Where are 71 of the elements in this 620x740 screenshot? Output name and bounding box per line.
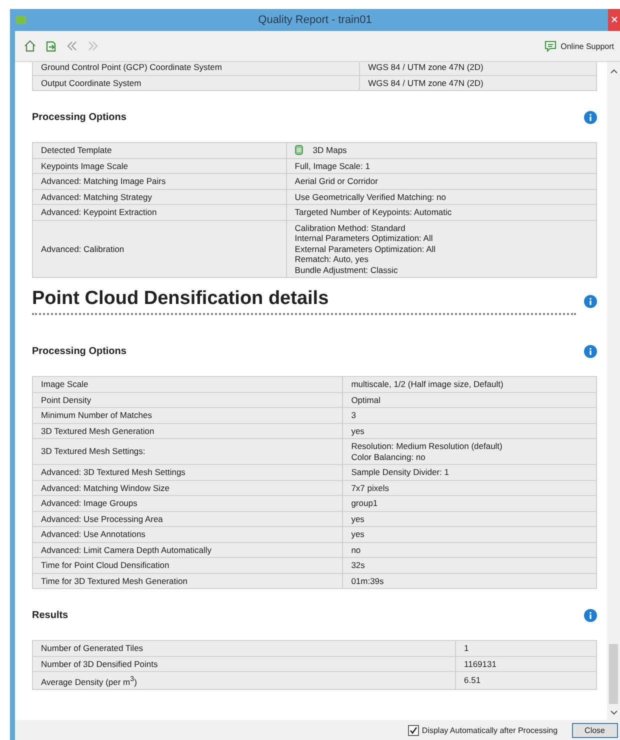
table-cell: WGS 84 / UTM zone 47N (2D) xyxy=(360,62,596,75)
table-cell: Image Scale xyxy=(32,376,343,392)
table-cell: Time for 3D Textured Mesh Generation xyxy=(32,573,343,588)
table-cell: Use Geometrically Verified Matching: no xyxy=(286,189,596,204)
table-cell: Advanced: Calibration xyxy=(32,220,286,278)
table-cell: Time for Point Cloud Densification xyxy=(32,558,343,573)
info-icon[interactable] xyxy=(584,295,597,308)
table-cell: Aerial Grid or Corridor xyxy=(286,174,596,189)
table-cell: multiscale, 1/2 (Half image size, Default) xyxy=(342,376,596,392)
table-cell: no xyxy=(342,542,596,558)
scroll-thumb[interactable] xyxy=(609,644,618,704)
scroll-up-icon[interactable] xyxy=(610,68,618,74)
chat-icon xyxy=(544,40,557,52)
table-cell: group1 xyxy=(342,496,596,511)
table-cell: 3D Maps xyxy=(286,142,596,158)
table-cell: Ground Control Point (GCP) Coordinate System xyxy=(32,62,360,75)
table-cell: Sample Density Divider: 1 xyxy=(342,464,596,480)
table-cell: Full, Image Scale: 1 xyxy=(286,158,596,174)
checkbox[interactable] xyxy=(408,724,419,736)
section-subheading: Processing Options xyxy=(32,112,126,123)
back-icon[interactable] xyxy=(65,39,79,53)
table-cell: yes xyxy=(342,526,596,542)
table-cell: 7x7 pixels xyxy=(342,480,596,496)
table-cell: 3 xyxy=(342,408,596,423)
table-cell: Advanced: Use Processing Area xyxy=(32,511,343,526)
table-cell: Advanced: Image Groups xyxy=(32,496,343,511)
table-cell: Advanced: 3D Textured Mesh Settings xyxy=(32,464,343,480)
table-cell: Advanced: Matching Image Pairs xyxy=(32,174,286,189)
table-cell: 6.51 xyxy=(456,672,596,690)
section-heading: Point Cloud Densification details xyxy=(32,288,576,315)
scroll-down-icon[interactable] xyxy=(610,710,618,716)
table-cell: 1 xyxy=(456,640,596,656)
table-cell: Output Coordinate System xyxy=(32,75,360,90)
table-cell: yes xyxy=(342,511,596,526)
table-cell: 3D Textured Mesh Generation xyxy=(32,423,343,438)
export-icon[interactable] xyxy=(44,39,58,53)
table-cell: Number of Generated Tiles xyxy=(32,640,456,656)
table-cell: Minimum Number of Matches xyxy=(32,408,343,423)
table-cell: Advanced: Matching Strategy xyxy=(32,189,286,204)
section-subheading: Results xyxy=(32,610,68,621)
table-cell: 01m:39s xyxy=(342,573,596,588)
table-cell: 1169131 xyxy=(456,656,596,672)
app-icon xyxy=(16,16,26,24)
section-subheading: Processing Options xyxy=(32,346,126,357)
checkbox-label[interactable]: Display Automatically after Processing xyxy=(422,726,558,734)
online-support-button[interactable]: Online Support xyxy=(544,40,614,52)
table-cell: 32s xyxy=(342,558,596,573)
table-cell: Keypoints Image Scale xyxy=(32,158,286,174)
table-cell: Targeted Number of Keypoints: Automatic xyxy=(286,204,596,220)
table-cell: Optimal xyxy=(342,392,596,408)
info-icon[interactable] xyxy=(584,111,597,124)
table-cell: Detected Template xyxy=(32,142,286,158)
close-button[interactable]: Close xyxy=(572,722,618,738)
table-cell: Number of 3D Densified Points xyxy=(32,656,456,672)
table-cell: Point Density xyxy=(32,392,343,408)
table-cell: Advanced: Keypoint Extraction xyxy=(32,204,286,220)
table-cell: WGS 84 / UTM zone 47N (2D) xyxy=(360,75,596,90)
close-icon[interactable] xyxy=(608,9,620,31)
table-cell: Calibration Method: Standard Internal Parameters Optimization: All External Parameters Optimization: All Rematch: Auto, yes Bundle Adjustment: Classic xyxy=(286,220,596,278)
table-cell: Resolution: Medium Resolution (default) Color Balancing: no xyxy=(342,438,596,464)
table-cell: Average Density (per m$^{3}$) xyxy=(32,672,456,690)
info-icon[interactable] xyxy=(584,609,597,622)
table-cell: Advanced: Use Annotations xyxy=(32,526,343,542)
table-cell: Advanced: Limit Camera Depth Automatically xyxy=(32,542,343,558)
window-title: Quality Report - train01 xyxy=(258,14,372,26)
info-icon[interactable] xyxy=(584,345,597,358)
template-icon xyxy=(294,145,303,155)
table-cell: yes xyxy=(342,423,596,438)
home-icon[interactable] xyxy=(23,39,37,53)
table-cell: Advanced: Matching Window Size xyxy=(32,480,343,496)
table-cell: 3D Textured Mesh Settings: xyxy=(32,438,343,464)
